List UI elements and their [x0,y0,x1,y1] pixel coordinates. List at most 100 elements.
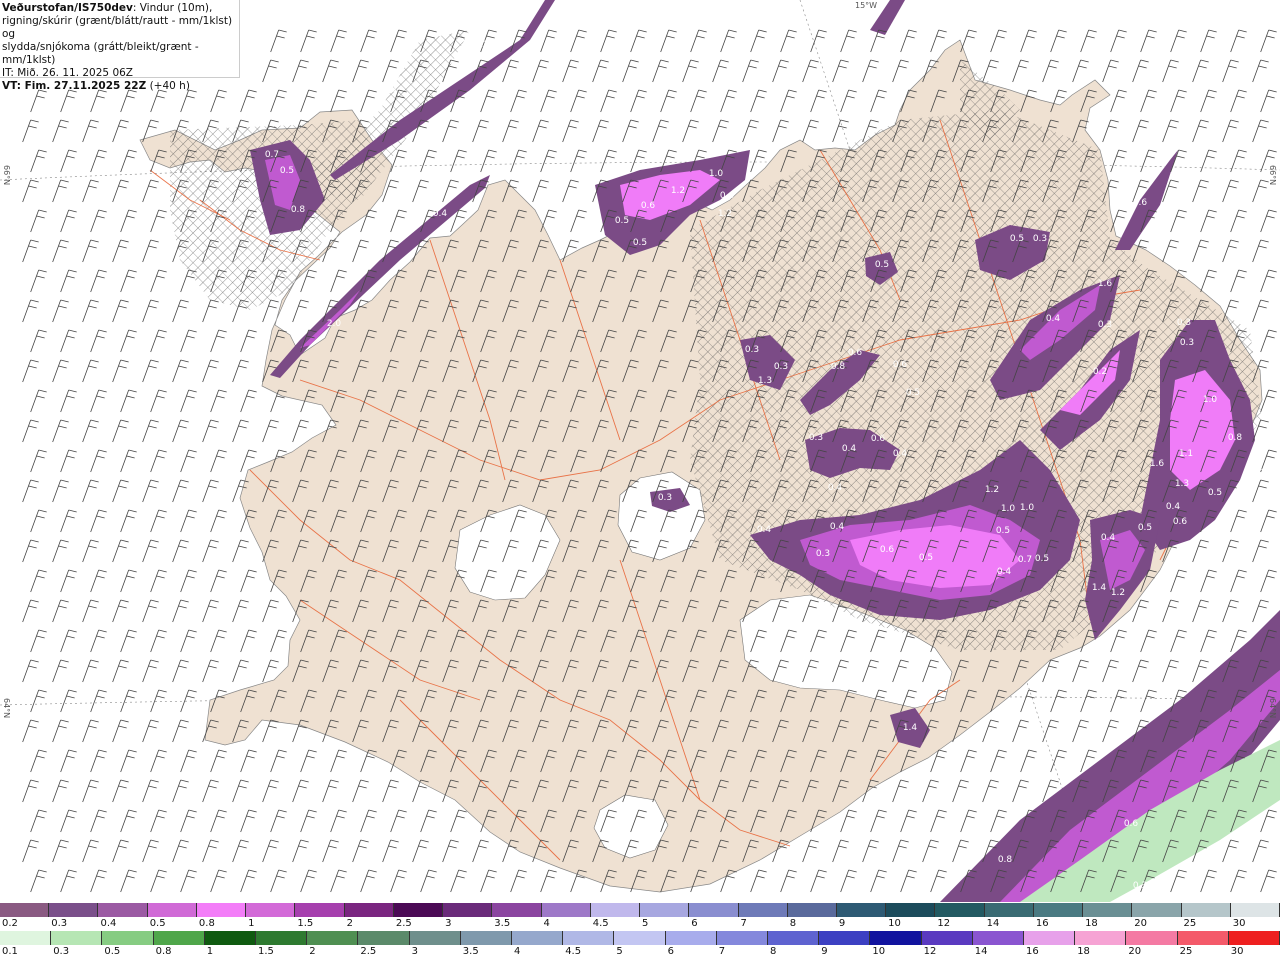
precip-value: 0.4 [757,525,772,535]
rain-scale-swatch [1228,931,1280,945]
snow-scale-label: 2.5 [395,918,412,929]
precip-value: 0.6 [641,201,656,211]
rain-scale-swatch [563,931,615,945]
snow-scale-label: 0.4 [100,918,117,929]
precip-value: 1.6 [1098,279,1113,289]
rain-scale-label: 7 [718,946,726,957]
rain-scale-swatch [102,931,154,945]
rain-scale-swatch [0,931,52,945]
snow-scale-swatch [246,903,296,917]
precip-value: 0.5 [615,216,629,226]
snow-scale-swatch [787,903,837,917]
precip-value: 0.3 [1177,318,1191,328]
precip-value: 0.7 [265,150,279,160]
precip-value: 0.3 [809,433,823,443]
rain-scale-label: 30 [1230,946,1244,957]
lat-label-66-left: 66°N [2,165,11,185]
snow-scale-swatch [492,903,542,917]
precip-value: 0.4 [720,191,735,201]
rain-scale-label: 12 [923,946,937,957]
precip-value: 0.3 [1033,234,1047,244]
snow-scale-swatch [886,903,936,917]
precip-value: 0.5 [633,238,647,248]
precip-value: 0.8 [831,362,846,372]
precip-value: 1.0 [1001,504,1016,514]
snow-scale-label: 30 [1232,918,1246,929]
snow-scale-label: 10 [888,918,901,929]
snow-scale-swatch [1230,903,1280,917]
snow-scale-label: 0.2 [2,918,18,929]
snow-scale-swatch [295,903,345,917]
rain-scale-label: 5 [616,946,623,957]
rain-scale-label: 6 [667,946,674,957]
rain-scale-label: 10 [872,946,886,957]
precip-value: 0.3 [774,362,788,372]
rain-scale-label: 20 [1128,946,1142,957]
snow-scale-label: 4.5 [592,918,609,929]
snow-scale-swatch [590,903,641,917]
snow-scale-swatch [1033,903,1084,917]
precip-value: 0.4 [842,444,857,454]
weather-map: 0.7 0.5 0.8 0.5 2.0 0.4 1.0 1.2 0.5 0.6 1.2 0.4 0.5 0… [0,0,1280,902]
rain-scale-swatch [665,931,717,945]
precip-value: 0.3 [1098,320,1112,330]
lat-label-64-left: 64°N [2,698,11,718]
precip-value: 0.2 [1093,367,1107,377]
rain-scale-label: 1.5 [258,946,274,957]
snow-scale-label: 14 [986,918,1000,929]
snow-scale-label: 18 [1085,918,1098,929]
precip-value: 0.4 [828,483,843,493]
snow-scale-label: 16 [1035,918,1049,929]
snow-scale-swatch [935,903,985,917]
snow-scale-swatch [640,903,690,917]
precip-value: 0.3 [658,493,672,503]
precip-value: 0.4 [830,522,845,532]
precip-value: 0.6 [1173,517,1188,527]
precip-value: 0.5 [996,526,1010,536]
source-label: Veðurstofan/IS750dev [2,2,133,14]
snow-scale-label: 25 [1183,918,1197,929]
snow-scale-swatch [443,903,493,917]
snow-scale-swatch [541,903,591,917]
desc-line-1: : Vindur (10m), [132,2,213,14]
precip-value: 0.6 [1124,819,1139,829]
rain-scale-label: 0.1 [2,946,18,957]
valid-offset: (+40 h) [146,80,190,92]
rain-scale-swatch [1024,931,1076,945]
snow-scale-label: 1 [248,918,255,929]
valid-time: VT: Fim. 27.11.2025 22Z [2,80,147,92]
precip-value: 1.0 [1020,503,1035,513]
rain-scale-label: 25 [1179,946,1193,957]
snow-scale-label: 2 [346,918,353,929]
precip-value: 0.5 [875,260,889,270]
precip-value: 1.6 [1150,459,1165,469]
snow-scale-swatch [344,903,394,917]
precip-value: 1.2 [1111,588,1125,598]
snow-scale-swatch [1181,903,1231,917]
rain-scale-label: 2 [309,946,316,957]
rain-scale-swatch [256,931,308,945]
snow-scale-label: 0.8 [198,918,215,929]
precip-value: 0.3 [1133,881,1147,891]
rain-colour-scale: 0.1 0.3 0.5 0.8 1 1.5 2 2.5 3 3.5 4 4.5 5 6 7 8 9 10 12 14 1… [0,931,1280,959]
snow-scale-label: 9 [838,918,846,929]
issue-time: IT: Mið. 26. 11. 2025 06Z [2,67,133,79]
rain-scale-label: 16 [1026,946,1039,957]
precip-value: 0.3 [745,345,759,355]
snow-scale-swatch [1083,903,1133,917]
rain-scale-label: 9 [821,946,828,957]
snow-scale-swatch [147,903,197,917]
rain-scale-label: 0.5 [104,946,121,957]
precip-value: 0.4 [1255,463,1270,473]
rain-scale-swatch [870,931,922,945]
precip-value: 0.5 [1010,234,1024,244]
precip-value: 1.2 [671,186,685,196]
rain-scale-swatch [819,931,871,945]
rain-scale-swatch [409,931,461,945]
rain-scale-label: 4.5 [565,946,582,957]
lat-label-66: 66°N [1268,165,1277,185]
precip-value: 2.0 [327,319,342,329]
precip-value: 0.6 [893,360,908,370]
precip-value: 0.8 [291,205,306,215]
precip-value: 1.3 [1175,479,1189,489]
